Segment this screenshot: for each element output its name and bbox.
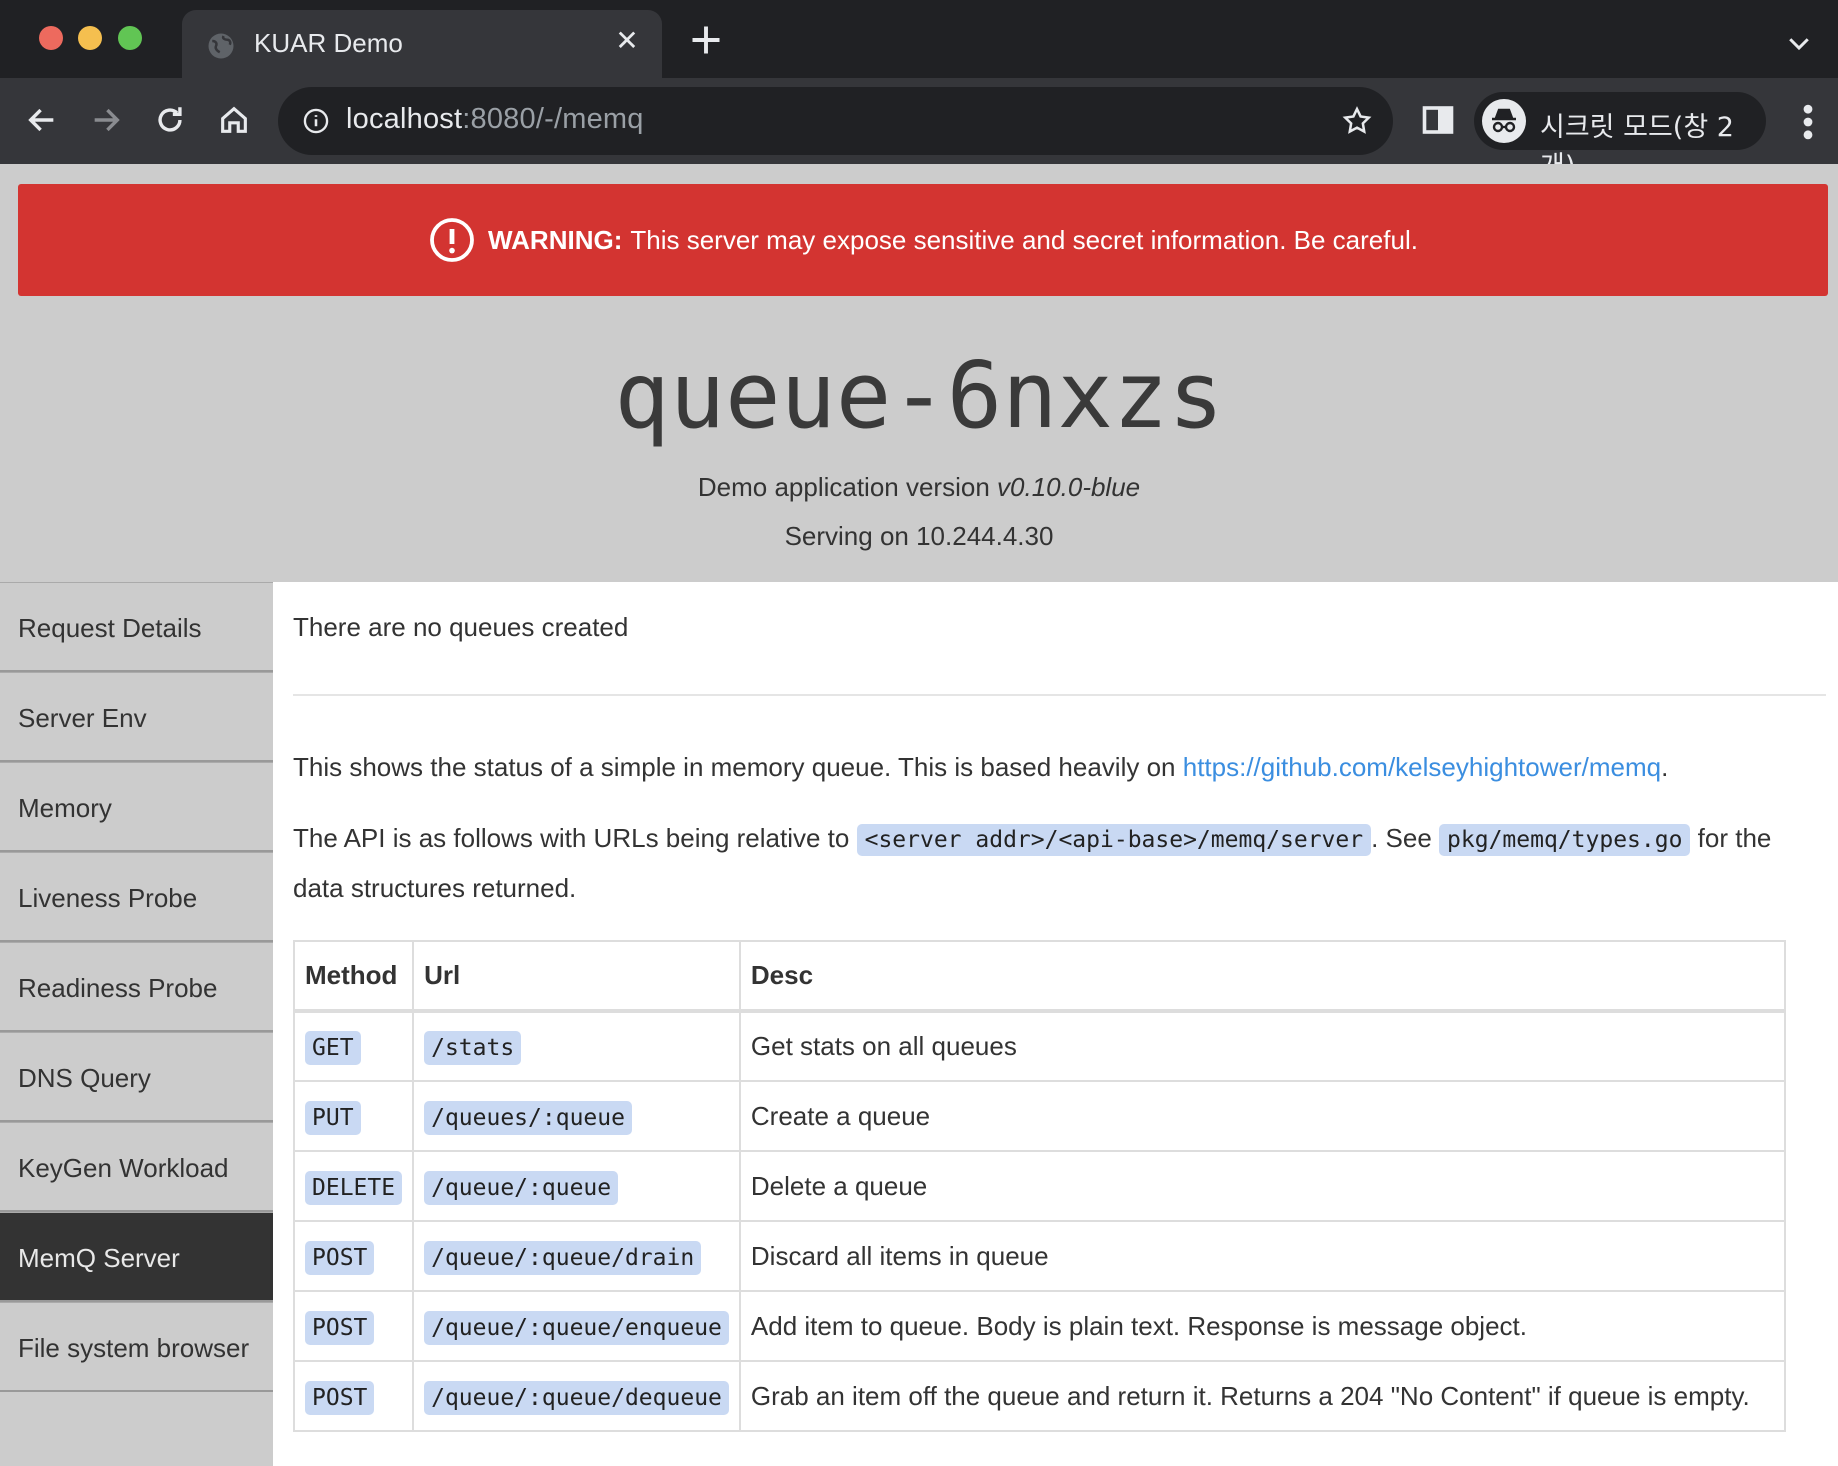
- url-code: /stats: [424, 1031, 522, 1065]
- serving-address: Serving on 10.244.4.30: [784, 521, 1054, 551]
- method-code: POST: [305, 1240, 375, 1275]
- warning-label: WARNING:: [488, 224, 623, 255]
- sidebar-nav: Request Details Server Env Memory Livene…: [0, 582, 273, 1392]
- incognito-profile-button[interactable]: 시크릿 모드(창 2개): [1474, 92, 1766, 182]
- api-table: Method Url Desc GET /stats Get stats on …: [292, 940, 1787, 1432]
- api-description-paragraph: The API is as follows with URLs being re…: [293, 823, 1772, 903]
- back-button[interactable]: [20, 98, 64, 142]
- description-paragraph: This shows the status of a simple in mem…: [293, 752, 1669, 782]
- home-button[interactable]: [212, 98, 256, 142]
- arrow-left-icon: [28, 108, 54, 132]
- warning-text: This server may expose sensitive and sec…: [630, 224, 1418, 255]
- version-line: Demo application version v0.10.0-blue: [697, 472, 1141, 502]
- arrow-right-icon: [94, 108, 120, 132]
- bookmark-star-icon[interactable]: [1341, 105, 1373, 137]
- desc-cell: Grab an item off the queue and return it…: [738, 1360, 1787, 1432]
- table-row: POST /queue/:queue/dequeue Grab an item …: [292, 1360, 1787, 1432]
- url-code: /queue/:queue/dequeue: [424, 1380, 729, 1415]
- memq-github-link[interactable]: https://github.com/kelseyhightower/memq: [1183, 752, 1661, 782]
- page-title: queue-6nxzs: [614, 342, 1224, 449]
- forward-button[interactable]: [84, 98, 128, 142]
- chevron-down-icon[interactable]: [1784, 28, 1814, 58]
- url-code: /queue/:queue/drain: [424, 1240, 702, 1275]
- new-tab-plus-icon[interactable]: [688, 22, 724, 58]
- sidebar-item-liveness-probe[interactable]: Liveness Probe: [0, 852, 273, 942]
- browser-tab-strip: KUAR Demo ✕: [0, 0, 1838, 78]
- table-row: POST /queue/:queue/enqueue Add item to q…: [292, 1290, 1787, 1362]
- incognito-icon: [1482, 99, 1526, 143]
- url-code: /queue/:queue/enqueue: [424, 1310, 729, 1345]
- no-queues-message: There are no queues created: [293, 612, 629, 642]
- sidebar-item-memory[interactable]: Memory: [0, 762, 273, 852]
- method-code: POST: [305, 1310, 375, 1345]
- desc-cell: Discard all items in queue: [738, 1220, 1787, 1292]
- desc-cell: Create a queue: [738, 1080, 1787, 1152]
- method-code: DELETE: [305, 1170, 403, 1205]
- url-code: /queues/:queue: [424, 1100, 632, 1135]
- sidebar-item-request-details[interactable]: Request Details: [0, 582, 273, 672]
- reload-button[interactable]: [148, 98, 192, 142]
- side-panel-icon[interactable]: [1420, 102, 1456, 138]
- more-vert-icon[interactable]: [1792, 100, 1824, 144]
- warning-banner: WARNING: This server may expose sensitiv…: [18, 184, 1828, 296]
- desc-cell: Get stats on all queues: [738, 1010, 1787, 1082]
- method-code: GET: [305, 1031, 361, 1065]
- divider: [293, 694, 1826, 696]
- url-text[interactable]: localhost:8080/-/memq: [346, 103, 644, 136]
- page-viewport: WARNING: This server may expose sensitiv…: [0, 164, 1838, 1466]
- info-icon[interactable]: [302, 107, 330, 135]
- sidebar-item-file-system-browser[interactable]: File system browser: [0, 1302, 273, 1392]
- api-base-code: <server addr>/<api-base>/memq/server: [856, 824, 1372, 856]
- sidebar-item-readiness-probe[interactable]: Readiness Probe: [0, 942, 273, 1032]
- sidebar-item-keygen-workload[interactable]: KeyGen Workload: [0, 1122, 273, 1212]
- globe-icon: [208, 33, 234, 59]
- table-row: PUT /queues/:queue Create a queue: [292, 1080, 1787, 1152]
- table-row: DELETE /queue/:queue Delete a queue: [292, 1150, 1787, 1222]
- address-bar[interactable]: localhost:8080/-/memq: [278, 87, 1393, 155]
- sidebar-item-server-env[interactable]: Server Env: [0, 672, 273, 762]
- home-icon: [221, 106, 247, 133]
- tab-close-icon[interactable]: ✕: [612, 26, 642, 56]
- table-row: POST /queue/:queue/drain Discard all ite…: [292, 1220, 1787, 1292]
- types-file-code: pkg/memq/types.go: [1439, 824, 1691, 856]
- warning-exclamation-icon: [430, 218, 474, 262]
- minimize-window-button[interactable]: [78, 26, 102, 50]
- column-header-method: Method: [292, 940, 415, 1013]
- maximize-window-button[interactable]: [118, 26, 142, 50]
- browser-toolbar: localhost:8080/-/memq 시크릿 모드(창 2개): [0, 78, 1838, 182]
- table-header-row: Method Url Desc: [292, 940, 1787, 1013]
- desc-cell: Add item to queue. Body is plain text. R…: [738, 1290, 1787, 1362]
- column-header-desc: Desc: [738, 940, 1787, 1013]
- table-row: GET /stats Get stats on all queues: [292, 1010, 1787, 1082]
- sidebar-item-dns-query[interactable]: DNS Query: [0, 1032, 273, 1122]
- version-value: v0.10.0-blue: [997, 472, 1141, 502]
- main-content: There are no queues created This shows t…: [273, 582, 1838, 1466]
- tab-title: KUAR Demo: [254, 28, 403, 58]
- sidebar-item-memq-server[interactable]: MemQ Server: [0, 1212, 273, 1302]
- column-header-url: Url: [412, 940, 741, 1013]
- browser-tab[interactable]: KUAR Demo ✕: [182, 10, 662, 78]
- url-code: /queue/:queue: [424, 1170, 619, 1205]
- method-code: PUT: [305, 1100, 361, 1135]
- method-code: POST: [305, 1380, 375, 1415]
- close-window-button[interactable]: [39, 26, 63, 50]
- reload-icon: [158, 107, 182, 132]
- desc-cell: Delete a queue: [738, 1150, 1787, 1222]
